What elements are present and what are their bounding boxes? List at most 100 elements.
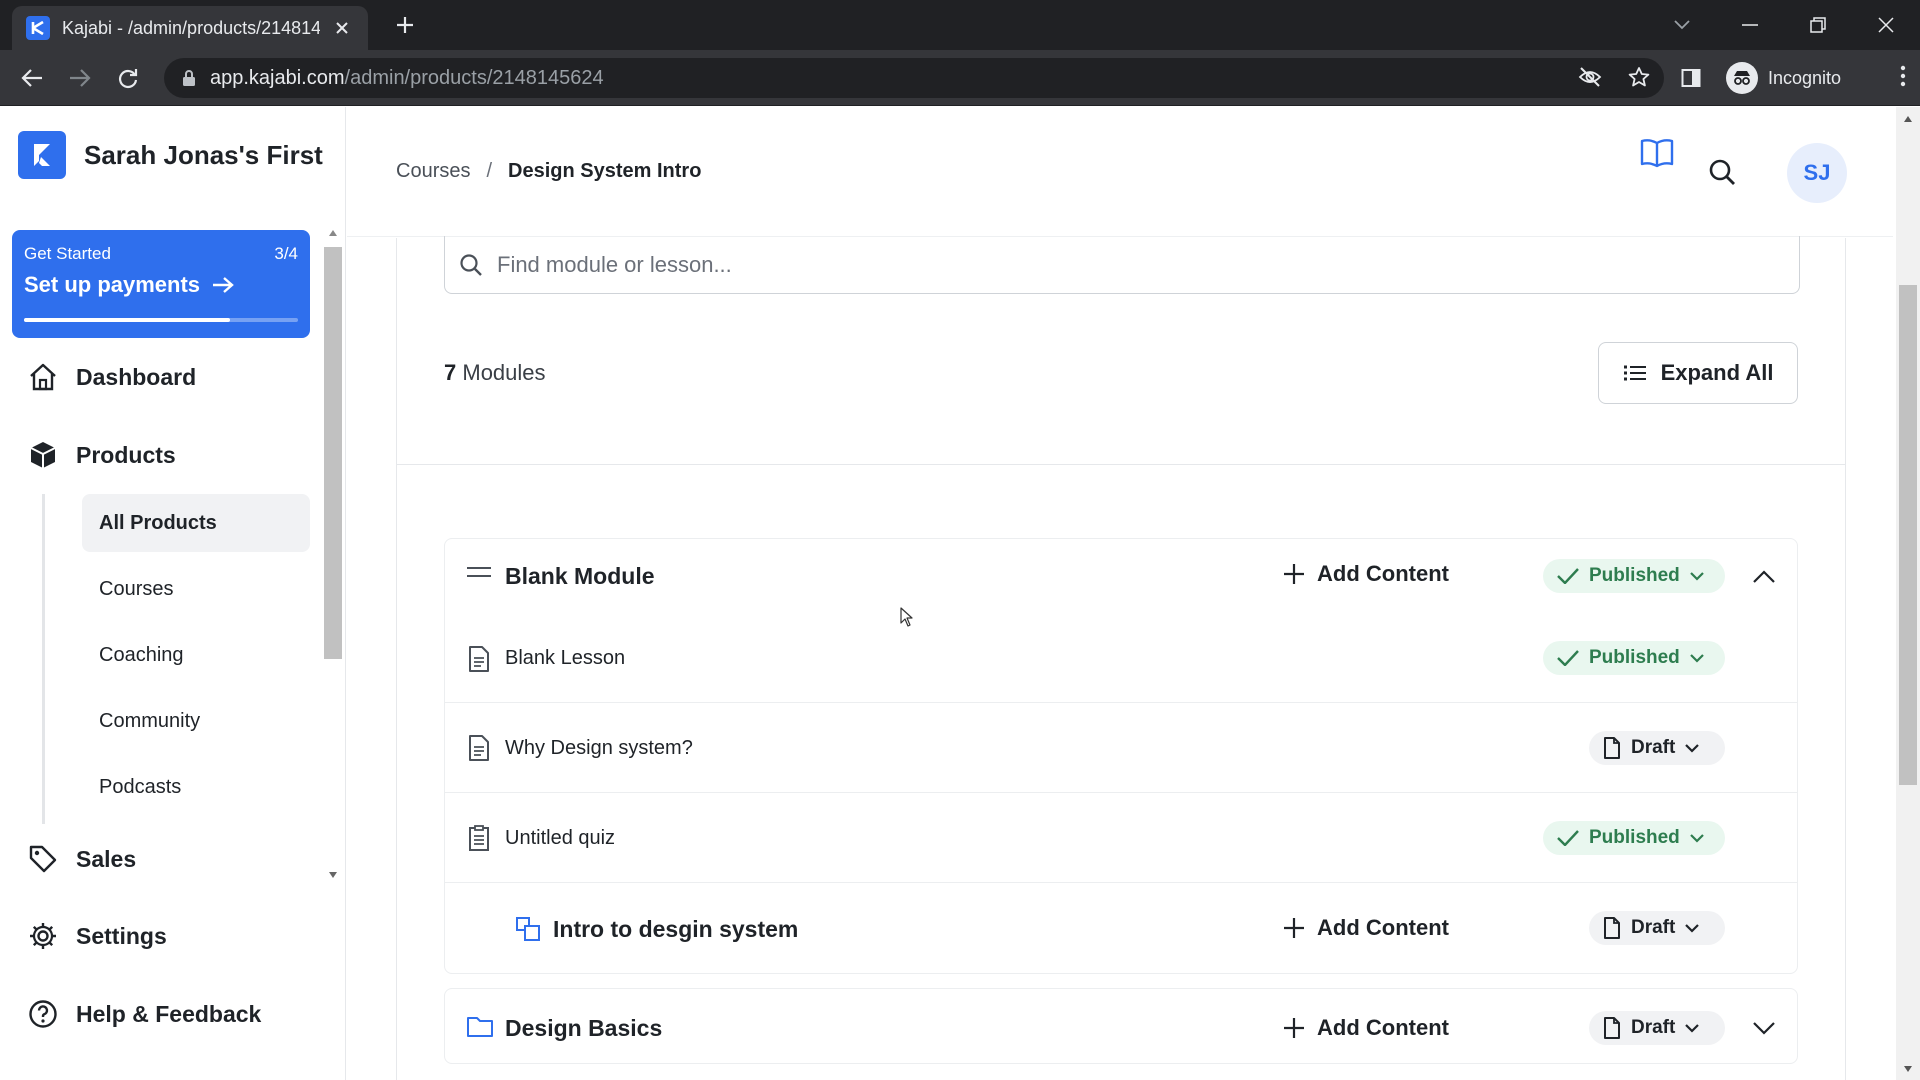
- nav-sales[interactable]: Sales: [28, 844, 136, 874]
- nav-products[interactable]: Products: [28, 440, 176, 470]
- sidebar-scrollbar-thumb[interactable]: [324, 247, 342, 659]
- module-title[interactable]: Blank Module: [505, 563, 655, 590]
- page-scrollbar-thumb[interactable]: [1899, 285, 1917, 785]
- add-content-button[interactable]: Add Content: [1283, 915, 1449, 941]
- mouse-cursor-icon: [900, 607, 914, 627]
- kajabi-logo-icon: [18, 131, 66, 179]
- minimize-icon[interactable]: [1716, 0, 1784, 50]
- list-icon: [1623, 364, 1647, 382]
- quiz-icon: [468, 825, 490, 851]
- sidebar-item-podcasts[interactable]: Podcasts: [82, 758, 310, 816]
- page-scrollbar[interactable]: [1896, 107, 1920, 1080]
- status-label: Draft: [1631, 737, 1676, 758]
- nav-settings-label: Settings: [76, 922, 167, 949]
- breadcrumb-separator: /: [486, 160, 493, 182]
- sidebar-item-courses[interactable]: Courses: [82, 560, 310, 618]
- search-input[interactable]: [497, 251, 1697, 278]
- add-content-label: Add Content: [1317, 1015, 1449, 1040]
- sidebar-item-all-products[interactable]: All Products: [82, 494, 310, 552]
- lesson-title[interactable]: Untitled quiz: [505, 827, 615, 850]
- lesson-title[interactable]: Blank Lesson: [505, 647, 625, 670]
- new-tab-icon[interactable]: [392, 12, 418, 38]
- submodule-icon: [515, 916, 541, 942]
- chevron-down-icon: [1690, 653, 1704, 663]
- module-header-row[interactable]: Blank Module Add Content Published: [445, 539, 1797, 613]
- nav-sales-label: Sales: [76, 845, 137, 872]
- breadcrumb-courses[interactable]: Courses: [396, 160, 470, 183]
- module-header-row[interactable]: Design Basics Add Content Draft: [445, 989, 1797, 1065]
- status-label: Draft: [1631, 917, 1676, 938]
- lock-icon[interactable]: [182, 69, 196, 87]
- drag-handle-icon[interactable]: [467, 565, 491, 579]
- url-host: app.kajabi.com: [210, 66, 345, 89]
- status-label: Draft: [1631, 1017, 1676, 1038]
- lesson-title[interactable]: Why Design system?: [505, 737, 693, 760]
- collapse-module-button[interactable]: [1749, 561, 1779, 591]
- plus-icon: [1283, 563, 1305, 585]
- forward-arrow-icon[interactable]: [66, 64, 94, 92]
- brand[interactable]: Sarah Jonas's First: [18, 131, 323, 179]
- document-icon: [468, 646, 490, 672]
- browser-toolbar: app.kajabi.com/admin/products/2148145624…: [0, 50, 1920, 106]
- expand-all-button[interactable]: Expand All: [1598, 342, 1798, 404]
- browser-menu-icon[interactable]: [1900, 64, 1906, 88]
- status-dropdown-published[interactable]: Published: [1543, 821, 1725, 855]
- sidebar-scrollbar[interactable]: [322, 223, 344, 883]
- browser-tab[interactable]: Kajabi - /admin/products/2148145624: [12, 6, 368, 50]
- address-bar[interactable]: app.kajabi.com/admin/products/2148145624: [164, 58, 1664, 98]
- chevron-down-icon: [1685, 923, 1700, 933]
- expand-module-button[interactable]: [1749, 1013, 1779, 1043]
- side-panel-icon[interactable]: [1677, 64, 1705, 92]
- get-started-progress-bar: [24, 318, 298, 322]
- get-started-progress-fill: [24, 318, 230, 322]
- arrow-right-icon: [212, 276, 234, 294]
- status-dropdown-draft[interactable]: Draft: [1589, 731, 1725, 765]
- checkmark-icon: [1557, 830, 1579, 846]
- submodule-title[interactable]: Intro to desgin system: [553, 916, 798, 943]
- lesson-row[interactable]: Untitled quiz Published: [445, 793, 1797, 882]
- reload-icon[interactable]: [114, 64, 142, 92]
- status-dropdown-draft[interactable]: Draft: [1589, 911, 1725, 945]
- page-scroll-up-icon[interactable]: [1903, 115, 1913, 123]
- browser-tab-bar: Kajabi - /admin/products/2148145624: [0, 0, 1920, 50]
- status-dropdown-draft[interactable]: Draft: [1589, 1011, 1725, 1045]
- nav-help-feedback[interactable]: Help & Feedback: [28, 999, 261, 1029]
- eye-off-icon[interactable]: [1578, 67, 1602, 87]
- page-scroll-down-icon[interactable]: [1903, 1065, 1913, 1073]
- chevron-up-icon: [1753, 569, 1775, 583]
- scroll-up-icon[interactable]: [328, 229, 338, 237]
- close-window-icon[interactable]: [1852, 0, 1920, 50]
- sidebar-item-coaching[interactable]: Coaching: [82, 626, 310, 684]
- restore-icon[interactable]: [1784, 0, 1852, 50]
- tab-title: Kajabi - /admin/products/2148145624: [62, 17, 320, 38]
- status-label: Published: [1589, 647, 1680, 668]
- avatar[interactable]: SJ: [1787, 143, 1847, 203]
- scroll-down-icon[interactable]: [328, 871, 338, 879]
- module-title[interactable]: Design Basics: [505, 1015, 662, 1042]
- search-icon[interactable]: [1708, 158, 1736, 186]
- lesson-row[interactable]: Why Design system? Draft: [445, 703, 1797, 792]
- breadcrumb: Courses / Design System Intro: [396, 160, 701, 183]
- search-box[interactable]: [444, 236, 1800, 294]
- get-started-card[interactable]: Get Started 3/4 Set up payments: [12, 230, 310, 338]
- incognito-profile[interactable]: Incognito: [1722, 58, 1855, 98]
- url-text: app.kajabi.com/admin/products/2148145624: [210, 67, 604, 90]
- nav-dashboard[interactable]: Dashboard: [28, 362, 196, 392]
- site-name: Sarah Jonas's First: [84, 139, 323, 170]
- tab-search-chevron-icon[interactable]: [1648, 0, 1716, 50]
- module-card: Design Basics Add Content Draft: [444, 988, 1798, 1064]
- search-input-icon: [459, 253, 483, 277]
- status-dropdown-published[interactable]: Published: [1543, 641, 1725, 675]
- chevron-down-icon: [1685, 1023, 1700, 1033]
- lesson-row[interactable]: Blank Lesson Published: [445, 613, 1797, 702]
- bookmark-star-icon[interactable]: [1628, 66, 1650, 88]
- sidebar-item-community[interactable]: Community: [82, 692, 310, 750]
- nav-settings[interactable]: Settings: [28, 921, 167, 951]
- book-icon[interactable]: [1640, 138, 1674, 168]
- back-arrow-icon[interactable]: [18, 64, 46, 92]
- submodule-row[interactable]: Intro to desgin system Add Content Draft: [445, 883, 1797, 973]
- status-dropdown-published[interactable]: Published: [1543, 559, 1725, 593]
- add-content-button[interactable]: Add Content: [1283, 1015, 1449, 1041]
- add-content-button[interactable]: Add Content: [1283, 561, 1449, 587]
- tab-close-icon[interactable]: [330, 16, 354, 40]
